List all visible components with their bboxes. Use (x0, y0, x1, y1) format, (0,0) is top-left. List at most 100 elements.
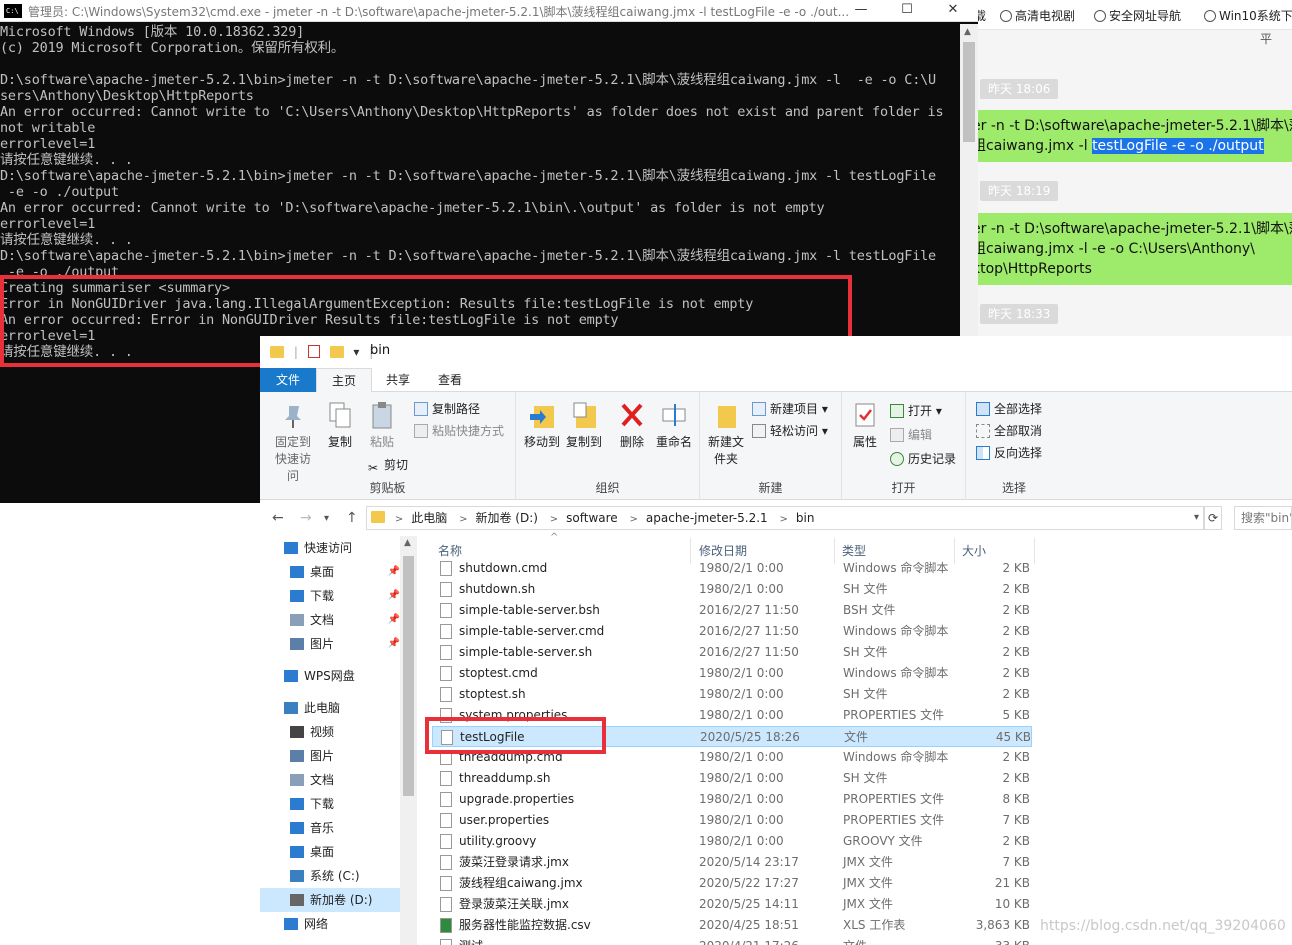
address-dropdown-icon[interactable]: ▾ (1194, 507, 1199, 529)
breadcrumb-item[interactable]: apache-jmeter-5.2.1 (646, 511, 768, 525)
open-button[interactable]: 打开 ▾ (890, 402, 942, 419)
copy-to-button[interactable]: 复制到 (564, 400, 604, 451)
file-row[interactable]: 登录菠菜汪关联.jmx 2020/5/25 14:11 JMX 文件 10 KB (432, 894, 1032, 915)
pin-icon[interactable]: 📌 (388, 632, 400, 656)
nav-item[interactable]: 快速访问 (260, 536, 400, 560)
breadcrumb-item[interactable]: 此电脑 (411, 511, 447, 525)
invert-selection-button[interactable]: 反向选择 (976, 444, 1042, 461)
file-row[interactable]: 菠线程组caiwang.jmx 2020/5/22 17:27 JMX 文件 21 K… (432, 873, 1032, 894)
tab-share[interactable]: 共享 (372, 368, 424, 392)
maximize-button[interactable]: ☐ (884, 0, 930, 22)
copy-button[interactable]: 复制 (322, 400, 358, 451)
select-all-button[interactable]: 全部选择 (976, 400, 1042, 417)
column-header-name[interactable]: 名称 (438, 542, 462, 559)
file-row[interactable]: shutdown.cmd 1980/2/1 0:00 Windows 命令脚本 2 K… (432, 558, 1032, 579)
pin-icon[interactable]: 📌 (388, 608, 400, 632)
tab-view[interactable]: 查看 (424, 368, 476, 392)
file-row[interactable]: utility.groovy 1980/2/1 0:00 GROOVY 文件 2 KB (432, 831, 1032, 852)
breadcrumb-item[interactable]: software (566, 511, 618, 525)
nav-item[interactable]: 网络 (260, 912, 400, 936)
nav-item[interactable]: 文档 📌 (260, 608, 400, 632)
back-icon[interactable]: ← (272, 510, 284, 526)
nav-item[interactable]: 下载 📌 (260, 584, 400, 608)
copy-path-button[interactable]: 复制路径 (414, 400, 480, 417)
pin-icon[interactable]: 📌 (388, 584, 400, 608)
breadcrumb-item[interactable]: bin (796, 511, 815, 525)
forward-icon[interactable]: → (300, 510, 312, 526)
nav-item[interactable]: 桌面 (260, 840, 400, 864)
new-item-button[interactable]: 新建项目 ▾ (752, 400, 828, 417)
paste-button[interactable]: 粘贴 (364, 400, 400, 451)
rename-button[interactable]: 重命名 (652, 400, 696, 451)
new-folder-icon[interactable] (329, 345, 344, 358)
scroll-thumb[interactable] (963, 42, 975, 142)
nav-item[interactable]: 图片 (260, 744, 400, 768)
scroll-up-icon[interactable]: ▲ (964, 27, 971, 37)
nav-item[interactable]: 文档 (260, 768, 400, 792)
file-row[interactable]: simple-table-server.bsh 2016/2/27 11:50 BS… (432, 600, 1032, 621)
properties-button[interactable]: 属性 (848, 400, 882, 451)
collapse-icon[interactable]: 平 (1260, 30, 1272, 47)
file-type: SH 文件 (843, 687, 888, 701)
nav-item[interactable]: 系统 (C:) (260, 864, 400, 888)
nav-item[interactable]: 视频 (260, 720, 400, 744)
scroll-up-icon[interactable]: ▲ (404, 538, 411, 548)
nav-item[interactable]: 音乐 (260, 816, 400, 840)
select-none-button[interactable]: 全部取消 (976, 422, 1042, 439)
search-input[interactable]: 搜索"bin" (1234, 506, 1292, 530)
refresh-button[interactable]: ⟳ (1204, 506, 1222, 530)
nav-item[interactable]: 新加卷 (D:) (260, 888, 400, 912)
file-row[interactable]: user.properties 1980/2/1 0:00 PROPERTIES 文… (432, 810, 1032, 831)
scroll-thumb[interactable] (403, 556, 414, 796)
up-icon[interactable]: ↑ (346, 510, 358, 526)
file-row[interactable]: 测试 2020/4/21 17:26 文件 33 KB (432, 936, 1032, 945)
new-folder-button[interactable]: 新建文件夹 (706, 400, 746, 468)
history-button[interactable]: 历史记录 (890, 450, 956, 467)
minimize-button[interactable]: — (838, 0, 884, 22)
pin-icon[interactable]: 📌 (388, 560, 400, 584)
nav-item[interactable]: 图片 📌 (260, 632, 400, 656)
nav-item[interactable]: WPS网盘 (260, 664, 400, 688)
favorite-item[interactable]: Win10系统下 (1204, 7, 1292, 24)
breadcrumb-item[interactable]: 新加卷 (D:) (475, 511, 537, 525)
file-row[interactable]: stoptest.cmd 1980/2/1 0:00 Windows 命令脚本 2 K… (432, 663, 1032, 684)
close-button[interactable]: ✕ (930, 0, 976, 22)
tab-file[interactable]: 文件 (260, 368, 316, 392)
chat-message[interactable]: er -n -t D:\software\apache-jmeter-5.2.1… (962, 213, 1292, 285)
folder-icon[interactable] (270, 345, 284, 358)
nav-scrollbar[interactable]: ▲ (400, 536, 417, 945)
customize-toolbar-icon[interactable]: ▾ (353, 345, 359, 359)
file-row[interactable]: simple-table-server.cmd 2016/2/27 11:50 Wi… (432, 621, 1032, 642)
file-row[interactable]: stoptest.sh 1980/2/1 0:00 SH 文件 2 KB (432, 684, 1032, 705)
pin-quick-access-button[interactable]: 固定到快速访问 (266, 400, 320, 485)
file-icon (440, 687, 452, 702)
move-to-button[interactable]: 移动到 (522, 400, 562, 451)
favorite-item[interactable]: 高清电视剧 (1000, 7, 1075, 24)
column-header-type[interactable]: 类型 (842, 542, 866, 559)
chat-message[interactable]: er -n -t D:\software\apache-jmeter-5.2.1… (962, 110, 1292, 162)
file-row[interactable]: threaddump.sh 1980/2/1 0:00 SH 文件 2 KB (432, 768, 1032, 789)
cut-button[interactable]: ✂ 剪切 (366, 456, 408, 475)
address-bar[interactable]: > 此电脑 > 新加卷 (D:) > software > apache-jmeter-… (366, 506, 1204, 530)
nav-item[interactable]: 桌面 📌 (260, 560, 400, 584)
favorite-item[interactable]: 安全网址导航 (1094, 7, 1181, 24)
file-row[interactable]: 菠菜汪登录请求.jmx 2020/5/14 23:17 JMX 文件 7 KB (432, 852, 1032, 873)
delete-button[interactable]: 删除 (612, 400, 652, 451)
file-row[interactable]: simple-table-server.sh 2016/2/27 11:50 SH … (432, 642, 1032, 663)
paste-shortcut-button[interactable]: 粘贴快捷方式 (414, 422, 504, 439)
nav-item[interactable]: 下载 (260, 792, 400, 816)
file-row[interactable]: shutdown.sh 1980/2/1 0:00 SH 文件 2 KB (432, 579, 1032, 600)
tab-home[interactable]: 主页 (316, 368, 372, 392)
nav-item-label: 桌面 (310, 565, 335, 579)
file-row[interactable]: 服务器性能监控数据.csv 2020/4/25 18:51 XLS 工作表 3,863… (432, 915, 1032, 936)
cmd-titlebar[interactable]: C:\ 管理员: C:\Windows\System32\cmd.exe - j… (0, 0, 978, 22)
file-row[interactable]: upgrade.properties 1980/2/1 0:00 PROPERTIE… (432, 789, 1032, 810)
file-type: Windows 命令脚本 (843, 624, 949, 638)
recent-locations-icon[interactable]: ▾ (324, 513, 329, 524)
edit-button[interactable]: 编辑 (890, 426, 932, 443)
column-header-date[interactable]: 修改日期 (699, 542, 747, 559)
easy-access-button[interactable]: 轻松访问 ▾ (752, 422, 828, 439)
nav-item[interactable]: 此电脑 (260, 696, 400, 720)
properties-icon[interactable] (307, 345, 320, 358)
column-header-size[interactable]: 大小 (962, 542, 986, 559)
